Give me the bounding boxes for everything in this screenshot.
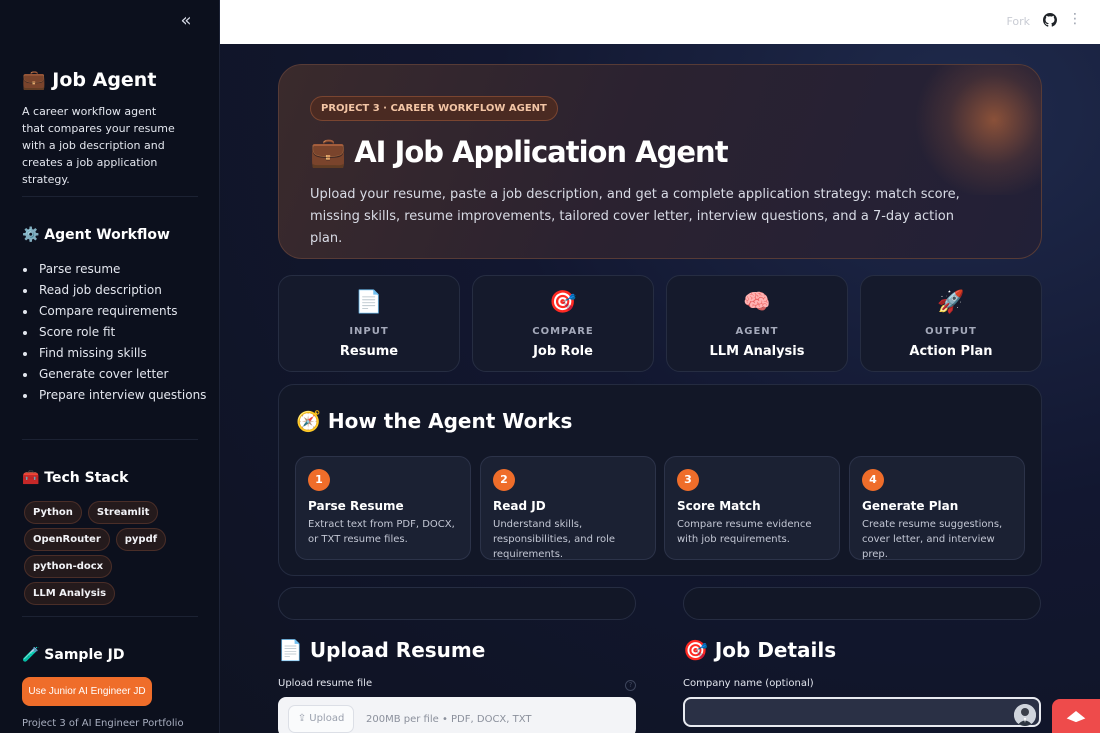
upload-button-label: Upload: [309, 713, 345, 724]
file-dropzone[interactable]: ⇪ Upload 200MB per file • PDF, DOCX, TXT: [278, 697, 636, 733]
tech-chip: Streamlit: [87, 501, 159, 524]
step-card: 4 Generate Plan Create resume suggestion…: [849, 456, 1025, 560]
streamlit-badge[interactable]: [1052, 699, 1100, 733]
step-card: 3 Score Match Compare resume evidence wi…: [664, 456, 840, 560]
upload-label: Upload resume file: [278, 678, 373, 689]
section-divider-pill: [278, 587, 636, 620]
rocket-icon: 🚀: [937, 290, 965, 315]
hero-glow: [909, 65, 1041, 195]
sidebar-footer: Project 3 of AI Engineer Portfolio: [22, 718, 184, 729]
page-subtitle: Upload your resume, paste a job descript…: [310, 187, 960, 246]
project-badge: PROJECT 3 · CAREER WORKFLOW AGENT: [310, 96, 558, 121]
github-icon[interactable]: [1043, 13, 1057, 27]
sidebar: « 💼 Job Agent A career workflow agent th…: [0, 0, 220, 733]
list-item: Parse resume: [22, 259, 206, 280]
sidebar-title: 💼 Job Agent: [22, 69, 157, 91]
pipeline-cards: 📄 INPUT Resume 🎯 COMPARE Job Role 🧠 AGEN…: [278, 275, 1042, 372]
step-number: 4: [862, 469, 884, 491]
tech-chip: pypdf: [115, 528, 167, 551]
pipeline-card-input: 📄 INPUT Resume: [278, 275, 460, 372]
file-limit-hint: 200MB per file • PDF, DOCX, TXT: [366, 714, 532, 725]
step-card: 1 Parse Resume Extract text from PDF, DO…: [295, 456, 471, 560]
step-number: 2: [493, 469, 515, 491]
pipeline-value: Job Role: [533, 344, 593, 359]
how-it-works-heading: 🧭 How the Agent Works: [296, 409, 573, 433]
tech-chip: python-docx: [24, 555, 113, 578]
list-item: Read job description: [22, 280, 206, 301]
step-title: Parse Resume: [308, 499, 404, 513]
tech-chip: LLM Analysis: [24, 582, 116, 605]
workflow-list: Parse resume Read job description Compar…: [22, 259, 206, 406]
step-description: Understand skills, responsibilities, and…: [493, 519, 616, 560]
company-name-input[interactable]: [683, 697, 1041, 727]
pipeline-value: Action Plan: [909, 344, 993, 359]
step-description: Create resume suggestions, cover letter,…: [862, 519, 1003, 560]
more-menu-icon[interactable]: ⋮: [1068, 12, 1082, 26]
divider: [22, 196, 198, 197]
divider: [22, 439, 198, 440]
sample-jd-heading: 🧪 Sample JD: [22, 647, 125, 663]
list-item: Compare requirements: [22, 301, 206, 322]
target-icon: 🎯: [549, 290, 577, 315]
workflow-heading: ⚙️ Agent Workflow: [22, 227, 170, 243]
pipeline-card-output: 🚀 OUTPUT Action Plan: [860, 275, 1042, 372]
hero-card: PROJECT 3 · CAREER WORKFLOW AGENT 💼 AI J…: [278, 64, 1042, 259]
section-divider-pill: [683, 587, 1041, 620]
tech-stack-heading: 🧰 Tech Stack: [22, 470, 129, 486]
pipeline-label: OUTPUT: [925, 326, 977, 337]
how-it-works-panel: 🧭 How the Agent Works 1 Parse Resume Ext…: [278, 384, 1042, 576]
list-item: Score role fit: [22, 322, 206, 343]
streamlit-icon: [1065, 711, 1087, 724]
brain-icon: 🧠: [743, 290, 771, 315]
list-item: Generate cover letter: [22, 364, 206, 385]
pipeline-value: Resume: [339, 344, 399, 359]
avatar: [1014, 704, 1036, 726]
use-sample-jd-button[interactable]: Use Junior AI Engineer JD: [22, 677, 152, 706]
pipeline-card-agent: 🧠 AGENT LLM Analysis: [666, 275, 848, 372]
step-number: 1: [308, 469, 330, 491]
upload-icon: ⇪: [297, 713, 310, 724]
page-title: 💼 AI Job Application Agent: [310, 135, 729, 169]
list-item: Prepare interview questions: [22, 385, 206, 406]
divider: [22, 616, 198, 617]
help-icon[interactable]: ?: [625, 680, 636, 691]
step-description: Compare resume evidence with job require…: [677, 519, 812, 545]
pipeline-label: COMPARE: [532, 326, 594, 337]
fork-link[interactable]: Fork: [1006, 15, 1030, 28]
step-number: 3: [677, 469, 699, 491]
collapse-sidebar-icon[interactable]: «: [176, 12, 196, 32]
tech-chip: OpenRouter: [24, 528, 110, 551]
tech-stack-chips: Python Streamlit OpenRouter pypdf python…: [22, 501, 198, 605]
list-item: Find missing skills: [22, 343, 206, 364]
top-bar: Fork ⋮: [220, 0, 1100, 44]
step-description: Extract text from PDF, DOCX, or TXT resu…: [308, 519, 455, 545]
step-title: Read JD: [493, 499, 546, 513]
tech-chip: Python: [24, 501, 82, 524]
company-label: Company name (optional): [683, 678, 814, 689]
step-title: Score Match: [677, 499, 761, 513]
pipeline-label: INPUT: [349, 326, 389, 337]
pipeline-card-compare: 🎯 COMPARE Job Role: [472, 275, 654, 372]
upload-resume-heading: 📄 Upload Resume: [278, 638, 486, 662]
main-content: PROJECT 3 · CAREER WORKFLOW AGENT 💼 AI J…: [220, 44, 1100, 733]
pipeline-value: LLM Analysis: [709, 344, 805, 359]
step-card: 2 Read JD Understand skills, responsibil…: [480, 456, 656, 560]
job-details-heading: 🎯 Job Details: [683, 638, 837, 662]
pipeline-label: AGENT: [735, 326, 779, 337]
sidebar-description: A career workflow agent that compares yo…: [22, 105, 175, 186]
upload-button[interactable]: ⇪ Upload: [288, 705, 354, 733]
step-title: Generate Plan: [862, 499, 959, 513]
document-icon: 📄: [355, 290, 383, 315]
